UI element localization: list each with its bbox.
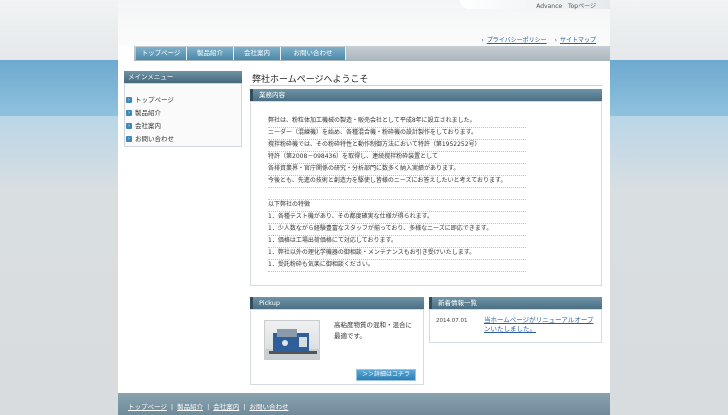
sidebar-title: メインメニュー xyxy=(124,71,242,83)
title-divider xyxy=(250,85,602,86)
footer-link-company[interactable]: 会社案内 xyxy=(213,403,239,411)
utility-links: › プライバシーポリシー › サイトマップ xyxy=(475,35,596,44)
nav-item-company[interactable]: 会社案内 xyxy=(234,47,281,60)
content-line: 1．受託粉砕も気楽に御相談ください。 xyxy=(268,259,526,272)
product-image[interactable] xyxy=(264,320,320,360)
nav-item-contact[interactable]: お問い合わせ xyxy=(281,47,346,60)
global-nav: トップページ 製品紹介 会社案内 お問い合わせ xyxy=(134,46,610,61)
page-title: 弊社ホームページへようこそ xyxy=(252,75,369,85)
footer-separator: | xyxy=(207,403,210,411)
arrow-icon: › xyxy=(126,136,132,142)
sitemap-link[interactable]: サイトマップ xyxy=(560,37,596,44)
footer-link-products[interactable]: 製品紹介 xyxy=(177,403,203,411)
sidebar-item-label: トップページ xyxy=(135,96,174,104)
nav-item-products[interactable]: 製品紹介 xyxy=(187,47,234,60)
sidebar-item-label: 会社案内 xyxy=(135,122,161,130)
nav-item-top[interactable]: トップページ xyxy=(136,47,187,60)
footer: トップページ | 製品紹介 | 会社案内 | お問い合わせ xyxy=(118,393,610,415)
footer-link-top[interactable]: トップページ xyxy=(128,403,167,411)
sidebar-item-company[interactable]: › 会社案内 xyxy=(126,120,161,132)
footer-separator: | xyxy=(243,403,246,411)
top-links: Advance Topページ xyxy=(532,1,596,10)
section-header-news: 新着情報一覧 xyxy=(429,297,602,309)
page-container: Advance Topページ › プライバシーポリシー › サイトマップ トップペー… xyxy=(118,0,610,415)
top-link-advance[interactable]: Advance xyxy=(536,3,562,10)
footer-link-contact[interactable]: お問い合わせ xyxy=(249,403,288,411)
arrow-icon: › xyxy=(126,97,132,103)
news-date: 2014.07.01 xyxy=(436,318,468,324)
sidebar-item-contact[interactable]: › お問い合わせ xyxy=(126,133,174,145)
arrow-icon: › xyxy=(126,123,132,129)
arrow-icon: › xyxy=(481,37,484,44)
section-header-pickup: Pickup xyxy=(250,297,424,309)
pickup-description: 高粘度物質の混和・混合に最適です。 xyxy=(334,321,412,340)
privacy-policy-link[interactable]: プライバシーポリシー xyxy=(487,37,547,44)
footer-separator: | xyxy=(170,403,174,411)
sidebar-item-products[interactable]: › 製品紹介 xyxy=(126,107,161,119)
sidebar-item-top[interactable]: › トップページ xyxy=(126,94,174,106)
section-header-business: 業務内容 xyxy=(250,89,602,101)
sidebar-item-label: 製品紹介 xyxy=(135,109,161,117)
detail-button[interactable]: ＞＞詳細はコチラ xyxy=(356,369,416,381)
footer-links: トップページ | 製品紹介 | 会社案内 | お問い合わせ xyxy=(128,401,288,411)
news-item-link[interactable]: 当ホームページがリニューアルオープンいたしました。 xyxy=(484,316,596,334)
arrow-icon: › xyxy=(554,37,557,44)
top-link-top-page[interactable]: Topページ xyxy=(568,3,596,10)
sidebar-item-label: お問い合わせ xyxy=(135,135,174,143)
arrow-icon: › xyxy=(126,110,132,116)
